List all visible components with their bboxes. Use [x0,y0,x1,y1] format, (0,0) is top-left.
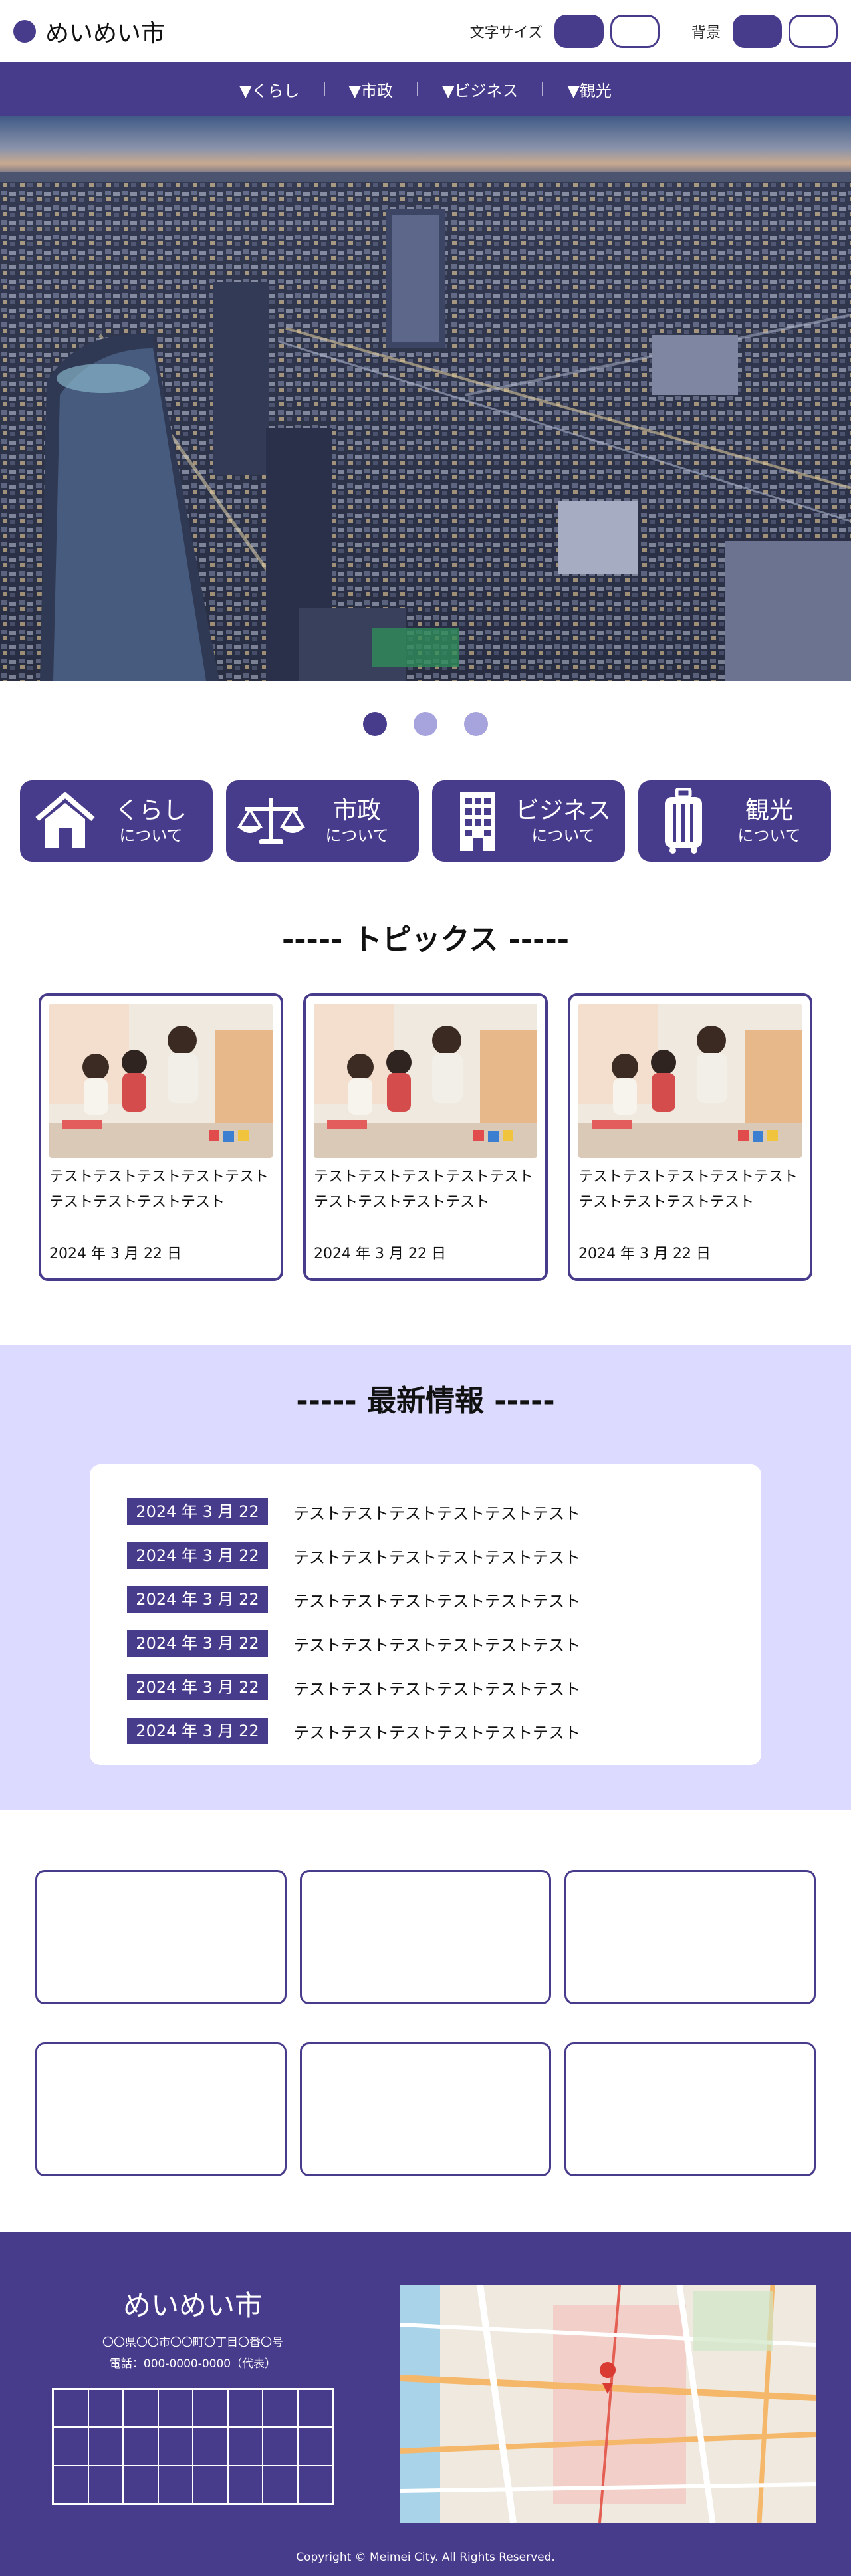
news-date-badge: 2024 年 3 月 22 日 [127,1586,268,1635]
nav-item-kurashi[interactable]: ▼くらし [215,78,323,101]
carousel-dot-1[interactable] [363,712,387,736]
banner-slot[interactable] [300,2042,551,2176]
news-date-badge: 2024 年 3 月 22 日 [127,1718,268,1767]
topic-photo [49,1004,273,1158]
news-date-badge: 2024 年 3 月 22 日 [127,1498,268,1548]
site-name: めいめい市 [45,20,166,47]
category-title: くらし [114,797,187,824]
site-header: めいめい市 文字サイズ 背景 [0,0,851,62]
category-title: 市政 [332,797,381,824]
topic-photo [578,1004,802,1158]
news-text: テストテストテストテストテストテスト [293,1679,580,1698]
category-buttons: くらし について 市政 について ビジネス について 観光 について [0,767,851,874]
banner-slot[interactable] [35,2042,287,2176]
scales-icon [237,789,306,853]
category-subtitle: について [119,826,183,845]
topic-date: 2024 年 3 月 22 日 [578,1246,711,1262]
category-kurashi-button[interactable]: くらし について [20,780,213,862]
news-item[interactable]: 2024 年 3 月 22 日 テストテストテストテストテストテスト [127,1534,761,1591]
global-nav: ▼くらし ▼市政 ▼ビジネス ▼観光 [0,62,851,116]
news-heading: ----- 最新情報 ----- [296,1384,555,1418]
carousel-indicators [0,681,851,767]
category-label: くらし について [100,796,202,846]
category-subtitle: について [325,826,389,845]
topic-date: 2024 年 3 月 22 日 [314,1246,446,1262]
building-icon [443,789,512,853]
news-section: ----- 最新情報 ----- 2024 年 3 月 22 日 テストテストテ… [0,1345,851,1810]
news-item[interactable]: 2024 年 3 月 22 日 テストテストテストテストテストテスト [127,1665,761,1723]
category-title: 観光 [745,797,793,824]
news-text: テストテストテストテストテストテスト [293,1548,580,1567]
topic-date: 2024 年 3 月 22 日 [49,1246,182,1262]
font-size-normal-button[interactable] [610,15,660,48]
news-text: テストテストテストテストテストテスト [293,1723,580,1742]
category-title: ビジネス [515,797,611,824]
category-subtitle: について [531,826,595,845]
footer-site-name: めいめい市 [122,2289,263,2322]
footer-address: 〇〇県〇〇市〇〇町〇丁目〇番〇号 [102,2336,283,2349]
topics-heading: ----- トピックス ----- [282,923,569,957]
footer-calendar [52,2388,334,2505]
banner-slot[interactable] [564,2042,816,2176]
category-subtitle: について [737,826,801,845]
news-item[interactable]: 2024 年 3 月 22 日 テストテストテストテストテストテスト [127,1621,761,1679]
news-text: テストテストテストテストテストテスト [293,1504,580,1523]
category-label: 観光 について [718,796,820,846]
topic-card[interactable]: テストテストテストテストテストテストテストテストテスト 2024 年 3 月 2… [303,993,548,1281]
background-light-button[interactable] [789,15,838,48]
news-text: テストテストテストテストテストテスト [293,1635,580,1655]
city-night-photo [0,116,851,681]
suitcase-icon [649,788,718,854]
site-footer: めいめい市 〇〇県〇〇市〇〇町〇丁目〇番〇号 電話：000-0000-0000（… [0,2232,851,2576]
background-control: 背景 [691,15,838,48]
banner-slot[interactable] [564,1870,816,2004]
house-icon [31,789,100,853]
banner-slot[interactable] [35,1870,287,2004]
carousel-dot-2[interactable] [414,712,437,736]
banner-grid [0,1810,851,2196]
category-label: 市政 について [306,796,408,846]
banner-slot[interactable] [300,1870,551,2004]
hero-carousel-image [0,116,851,681]
news-text: テストテストテストテストテストテスト [293,1591,580,1611]
topic-photo [314,1004,537,1158]
news-item[interactable]: 2024 年 3 月 22 日 テストテストテストテストテストテスト [127,1709,761,1767]
copyright: Copyright © Meimei City. All Rights Rese… [296,2551,555,2564]
category-business-button[interactable]: ビジネス について [432,780,625,862]
category-label: ビジネス について [512,796,614,846]
news-date-badge: 2024 年 3 月 22 日 [127,1630,268,1679]
footer-phone: 電話：000-0000-0000（代表） [109,2357,277,2371]
category-kanko-button[interactable]: 観光 について [638,780,831,862]
background-dark-button[interactable] [733,15,782,48]
category-shisei-button[interactable]: 市政 について [226,780,419,862]
news-list: 2024 年 3 月 22 日 テストテストテストテストテストテスト 2024 … [90,1464,761,1767]
news-date-badge: 2024 年 3 月 22 日 [127,1542,268,1591]
nav-item-business[interactable]: ▼ビジネス [418,78,542,101]
font-size-label: 文字サイズ [469,25,543,41]
topic-text: テストテストテストテストテストテストテストテストテスト [49,1169,269,1211]
accessibility-controls: 文字サイズ 背景 [450,15,838,48]
nav-item-shisei[interactable]: ▼市政 [325,78,417,101]
news-item[interactable]: 2024 年 3 月 22 日 テストテストテストテストテストテスト [127,1578,761,1635]
topic-card[interactable]: テストテストテストテストテストテストテストテストテスト 2024 年 3 月 2… [39,993,283,1281]
font-size-large-button[interactable] [554,15,604,48]
topics-list: テストテストテストテストテストテストテストテストテスト 2024 年 3 月 2… [0,993,851,1281]
topic-text: テストテストテストテストテストテストテストテストテスト [578,1169,798,1211]
footer-map[interactable] [400,2285,816,2523]
site-logo[interactable]: めいめい市 [13,14,165,49]
font-size-control: 文字サイズ [470,15,660,48]
topic-text: テストテストテストテストテストテストテストテストテスト [314,1169,534,1211]
news-date-badge: 2024 年 3 月 22 日 [127,1674,268,1723]
background-label: 背景 [691,25,721,41]
news-item[interactable]: 2024 年 3 月 22 日 テストテストテストテストテストテスト [127,1490,761,1548]
logo-circle-icon [13,20,36,43]
topic-card[interactable]: テストテストテストテストテストテストテストテストテスト 2024 年 3 月 2… [568,993,812,1281]
carousel-dot-3[interactable] [464,712,488,736]
nav-item-kanko[interactable]: ▼観光 [543,78,635,101]
